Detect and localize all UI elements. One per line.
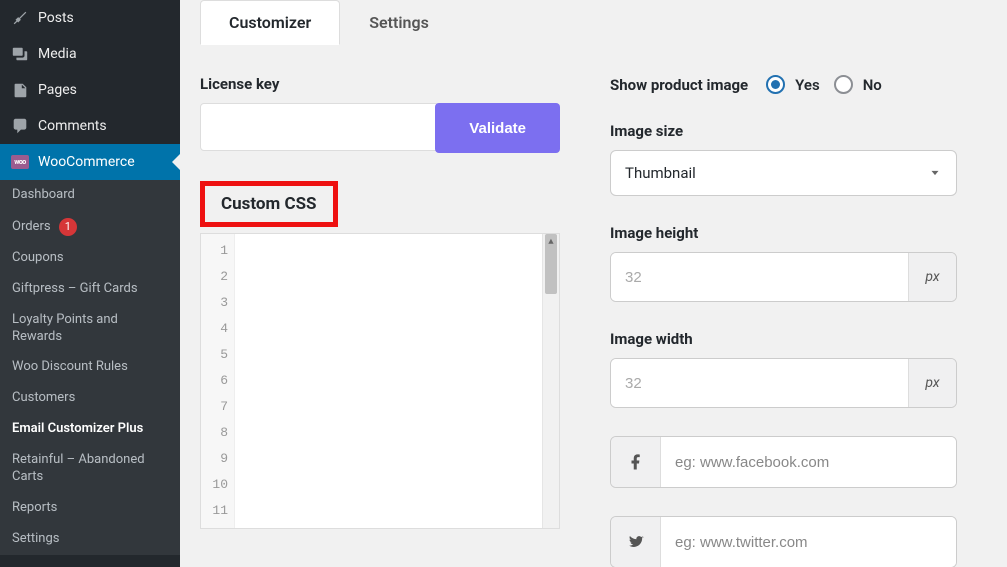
settings-left-column: License key Validate Custom CSS 1 2 3 4 <box>200 75 560 567</box>
submenu-email-customizer[interactable]: Email Customizer Plus <box>0 414 180 445</box>
comments-icon <box>10 116 30 136</box>
show-product-image-label: Show product image <box>610 76 748 94</box>
media-icon <box>10 44 30 64</box>
sidebar-label: Media <box>38 46 77 62</box>
submenu-giftpress[interactable]: Giftpress – Gift Cards <box>0 274 180 305</box>
sidebar-item-comments[interactable]: Comments <box>0 108 180 144</box>
sidebar-label: Comments <box>38 118 107 134</box>
license-key-group: License key Validate <box>200 75 560 153</box>
sidebar-label: WooCommerce <box>38 154 135 170</box>
radio-yes-label: Yes <box>795 76 820 94</box>
image-height-input[interactable] <box>611 253 908 301</box>
radio-no[interactable] <box>834 75 853 94</box>
submenu-reports[interactable]: Reports <box>0 493 180 524</box>
scrollbar[interactable]: ▲ <box>542 234 559 528</box>
line-number: 3 <box>201 290 228 316</box>
facebook-icon <box>611 437 661 487</box>
line-number: 5 <box>201 342 228 368</box>
tab-customizer[interactable]: Customizer <box>200 0 340 45</box>
line-number-gutter: 1 2 3 4 5 6 7 8 9 10 11 <box>201 234 235 528</box>
submenu-customers[interactable]: Customers <box>0 383 180 414</box>
main-content: Customizer Settings License key Validate… <box>180 0 1007 567</box>
sidebar-item-media[interactable]: Media <box>0 36 180 72</box>
image-size-label: Image size <box>610 122 957 140</box>
facebook-url-input[interactable] <box>661 437 956 487</box>
line-number: 10 <box>201 472 228 498</box>
twitter-url-input[interactable] <box>661 517 956 567</box>
line-number: 11 <box>201 498 228 524</box>
show-product-image-group: Show product image Yes No <box>610 75 957 94</box>
sidebar-item-woocommerce[interactable]: woo WooCommerce <box>0 144 180 180</box>
image-width-label: Image width <box>610 330 957 348</box>
submenu-orders[interactable]: Orders 1 <box>0 211 180 243</box>
orders-count-badge: 1 <box>59 218 77 236</box>
line-number: 9 <box>201 446 228 472</box>
pushpin-icon <box>10 8 30 28</box>
woocommerce-submenu: Dashboard Orders 1 Coupons Giftpress – G… <box>0 180 180 555</box>
tab-settings[interactable]: Settings <box>340 0 458 45</box>
tabs: Customizer Settings <box>200 0 987 45</box>
image-size-select[interactable]: Thumbnail <box>610 150 957 196</box>
submenu-retainful[interactable]: Retainful – Abandoned Carts <box>0 445 180 493</box>
image-size-group: Image size Thumbnail <box>610 122 957 196</box>
submenu-dashboard[interactable]: Dashboard <box>0 180 180 211</box>
custom-css-editor[interactable]: 1 2 3 4 5 6 7 8 9 10 11 <box>200 233 560 529</box>
submenu-coupons[interactable]: Coupons <box>0 243 180 274</box>
sidebar-item-posts[interactable]: Posts <box>0 0 180 36</box>
line-number: 8 <box>201 420 228 446</box>
image-height-label: Image height <box>610 224 957 242</box>
twitter-icon <box>611 517 661 567</box>
image-height-group: Image height px <box>610 224 957 302</box>
license-key-input[interactable] <box>200 103 437 151</box>
px-suffix: px <box>908 359 956 407</box>
sidebar-label: Posts <box>38 10 74 26</box>
woocommerce-icon: woo <box>10 152 30 172</box>
px-suffix: px <box>908 253 956 301</box>
line-number: 2 <box>201 264 228 290</box>
code-body[interactable]: ▲ <box>235 234 559 528</box>
submenu-settings[interactable]: Settings <box>0 524 180 555</box>
twitter-link-group <box>610 516 957 567</box>
settings-right-column: Show product image Yes No Image size Thu… <box>610 75 987 567</box>
chevron-down-icon <box>928 166 942 180</box>
custom-css-label: Custom CSS <box>200 181 338 227</box>
sidebar-label: Pages <box>38 82 77 98</box>
submenu-loyalty[interactable]: Loyalty Points and Rewards <box>0 305 180 353</box>
radio-yes[interactable] <box>766 75 785 94</box>
admin-sidebar: Posts Media Pages Comments woo WooCommer… <box>0 0 180 567</box>
radio-no-label: No <box>863 76 882 94</box>
line-number: 6 <box>201 368 228 394</box>
pages-icon <box>10 80 30 100</box>
line-number: 1 <box>201 238 228 264</box>
image-size-value: Thumbnail <box>625 164 696 182</box>
image-width-input[interactable] <box>611 359 908 407</box>
facebook-link-group <box>610 436 957 488</box>
submenu-label: Orders <box>12 219 51 234</box>
sidebar-item-pages[interactable]: Pages <box>0 72 180 108</box>
image-width-group: Image width px <box>610 330 957 408</box>
validate-button[interactable]: Validate <box>435 103 560 153</box>
scroll-up-icon[interactable]: ▲ <box>543 236 559 248</box>
license-key-label: License key <box>200 75 560 93</box>
line-number: 4 <box>201 316 228 342</box>
submenu-discount-rules[interactable]: Woo Discount Rules <box>0 352 180 383</box>
line-number: 7 <box>201 394 228 420</box>
custom-css-group: Custom CSS 1 2 3 4 5 6 7 8 9 10 <box>200 181 560 529</box>
